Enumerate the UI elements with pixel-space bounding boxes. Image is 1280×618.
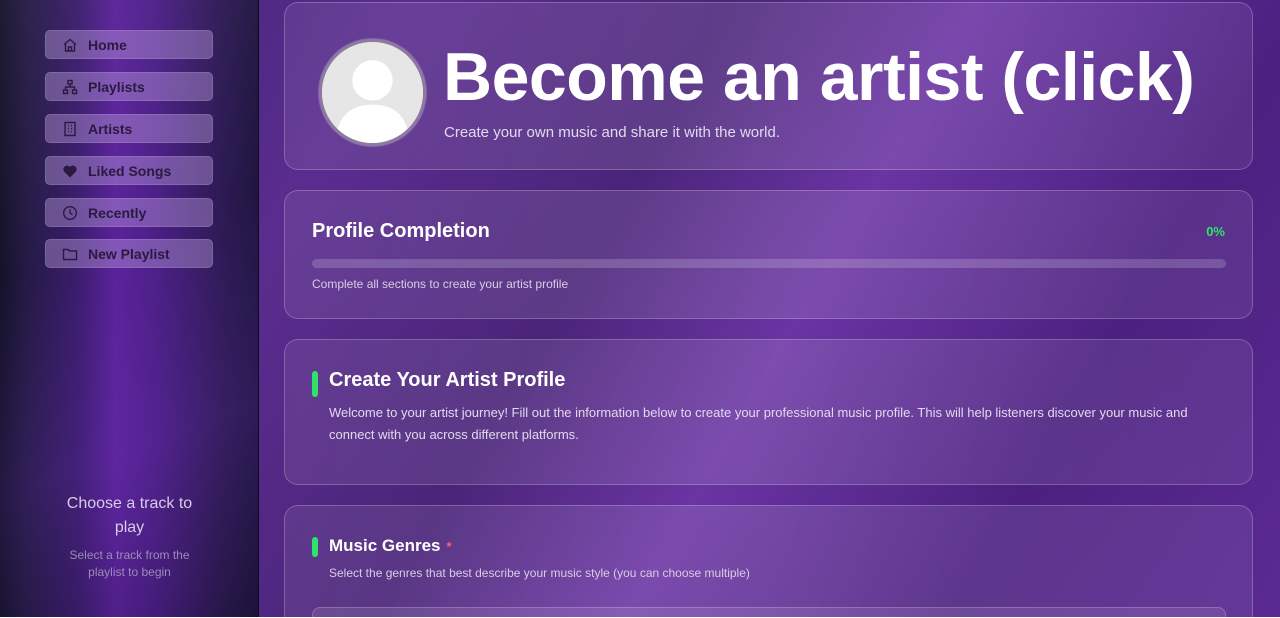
page-title[interactable]: Become an artist (click): [443, 33, 1195, 121]
required-marker: *: [446, 539, 452, 554]
progress-bar: [312, 259, 1226, 268]
now-playing-subtitle: Select a track from the playlist to begi…: [69, 548, 190, 579]
app-window: Home Playlists Artists Liked Songs Recen…: [0, 0, 1280, 617]
user-silhouette-icon: [322, 42, 423, 143]
now-playing-title: Choose a track to play: [66, 495, 193, 536]
section-hint: Select the genres that best describe you…: [329, 566, 750, 580]
section-accent-bar: [312, 371, 318, 397]
sidebar-item-playlists[interactable]: Playlists: [45, 72, 213, 101]
sidebar-item-label: Playlists: [88, 78, 145, 95]
heart-icon: [62, 163, 78, 179]
section-description: Welcome to your artist journey! Fill out…: [329, 405, 1188, 442]
genre-selector[interactable]: [312, 607, 1226, 617]
sidebar-item-home[interactable]: Home: [45, 30, 213, 59]
create-profile-intro-card: Create Your Artist Profile Welcome to yo…: [284, 339, 1253, 485]
sidebar: Home Playlists Artists Liked Songs Recen…: [0, 0, 259, 617]
section-title: Create Your Artist Profile: [329, 369, 566, 391]
sidebar-item-label: Home: [88, 36, 127, 53]
folder-icon: [62, 246, 78, 262]
genres-title-text: Music Genres: [329, 536, 441, 555]
avatar[interactable]: [319, 39, 426, 146]
sidebar-item-artists[interactable]: Artists: [45, 114, 213, 143]
section-title: Music Genres *: [329, 536, 452, 556]
sidebar-item-label: Artists: [88, 120, 133, 137]
sitemap-icon: [62, 79, 78, 95]
music-genres-card: Music Genres * Select the genres that bes…: [284, 505, 1253, 617]
main-content: Become an artist (click) Create your own…: [259, 0, 1280, 617]
sidebar-item-label: New Playlist: [88, 245, 170, 262]
profile-completion-card: Profile Completion 0% Complete all secti…: [284, 190, 1253, 319]
page-subtitle: Create your own music and share it with …: [444, 124, 780, 141]
now-playing-placeholder: Choose a track to play Select a track fr…: [0, 492, 259, 581]
profile-completion-percent: 0%: [1206, 224, 1225, 239]
building-icon: [62, 121, 78, 137]
profile-completion-title: Profile Completion: [312, 220, 490, 242]
clock-icon: [62, 205, 78, 221]
sidebar-item-label: Liked Songs: [88, 162, 172, 179]
sidebar-item-label: Recently: [88, 204, 147, 221]
sidebar-item-new-playlist[interactable]: New Playlist: [45, 239, 213, 268]
sidebar-item-recently[interactable]: Recently: [45, 198, 213, 227]
profile-completion-hint: Complete all sections to create your art…: [312, 277, 569, 291]
become-artist-banner[interactable]: Become an artist (click) Create your own…: [284, 2, 1253, 170]
section-accent-bar: [312, 537, 318, 557]
sidebar-item-liked-songs[interactable]: Liked Songs: [45, 156, 213, 185]
home-icon: [62, 37, 78, 53]
